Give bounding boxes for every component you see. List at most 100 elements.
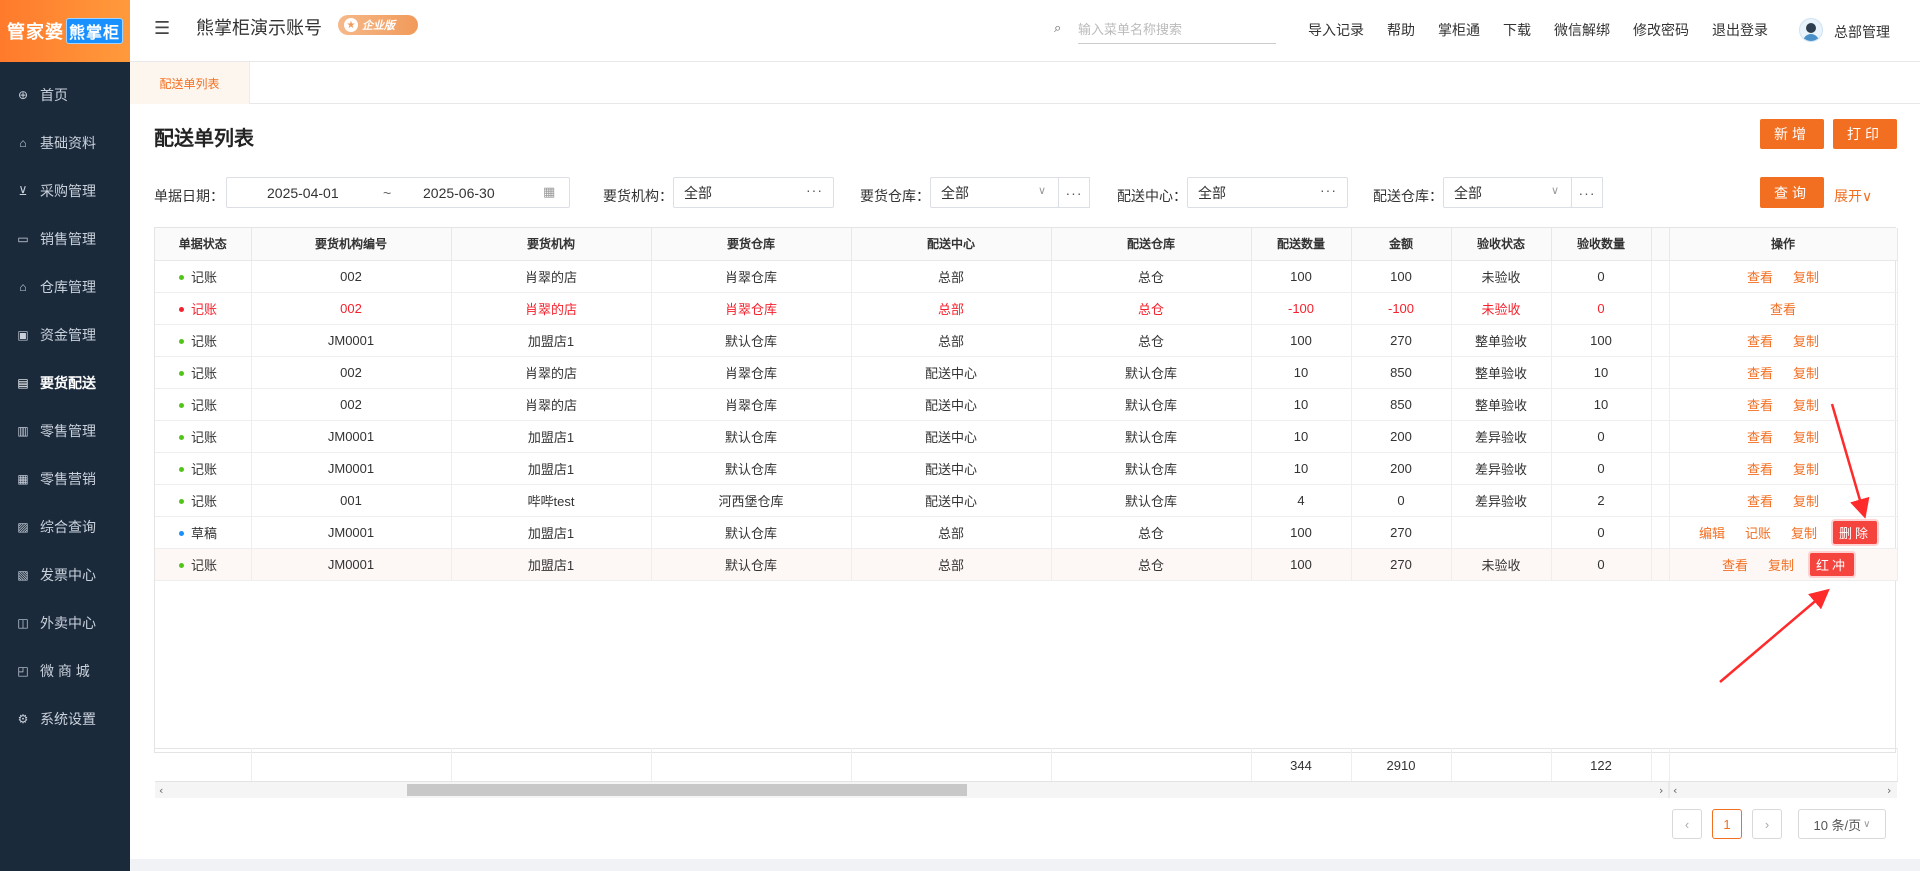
sidebar-item-7[interactable]: ▥ 零售管理 — [0, 407, 130, 455]
cell-qty: 100 — [1251, 260, 1352, 293]
column-gap — [1651, 228, 1670, 261]
header-link[interactable]: 帮助 — [1387, 20, 1415, 40]
wh-select[interactable]: 全部 ∨ — [930, 177, 1059, 208]
header-link[interactable]: 掌柜通 — [1438, 20, 1480, 40]
action-link[interactable]: 查看 — [1722, 558, 1748, 573]
status-text: 记账 — [191, 429, 218, 445]
expand-toggle[interactable]: 展开∨ — [1834, 186, 1872, 206]
action-link[interactable]: 查看 — [1770, 302, 1796, 317]
sidebar-item-8[interactable]: ▦ 零售营销 — [0, 455, 130, 503]
date-from[interactable]: 2025-04-01 — [267, 185, 339, 201]
page-size-select[interactable]: 10 条/页 ∨ — [1798, 809, 1886, 839]
sidebar-item-0[interactable]: ⊕ 首页 — [0, 71, 130, 119]
header-link[interactable]: 退出登录 — [1712, 20, 1768, 40]
logo-text: 管家婆 — [6, 22, 64, 42]
header-link[interactable]: 导入记录 — [1308, 20, 1364, 40]
user-name[interactable]: 总部管理 — [1834, 22, 1890, 42]
action-link[interactable]: 查看 — [1747, 366, 1773, 381]
action-link[interactable]: 复制 — [1793, 398, 1819, 413]
prev-page-button[interactable]: ‹ — [1672, 809, 1702, 839]
sidebar-item-6[interactable]: ▤ 要货配送 — [0, 359, 130, 407]
search-icon[interactable]: ⌕ — [1054, 20, 1061, 36]
table-row[interactable]: 记账 JM0001 加盟店1 默认仓库 总部 总仓 100 270 整单验收 100 查看 复制 — [155, 324, 1898, 357]
column-gap — [1651, 324, 1670, 357]
cell-center: 总部 — [851, 324, 1052, 357]
sidebar-item-4[interactable]: ⌂ 仓库管理 — [0, 263, 130, 311]
status-text: 记账 — [191, 333, 218, 349]
sidebar-item-1[interactable]: ⌂ 基础资料 — [0, 119, 130, 167]
action-link[interactable]: 复制 — [1791, 526, 1817, 541]
sidebar-item-10[interactable]: ▧ 发票中心 — [0, 551, 130, 599]
table-row[interactable]: 记账 JM0001 加盟店1 默认仓库 配送中心 默认仓库 10 200 差异验收 0 查看 复制 — [155, 420, 1898, 453]
new-button[interactable]: 新增 — [1760, 119, 1824, 149]
actions-cell: 查看 复制 — [1669, 356, 1898, 389]
more-icon[interactable]: ··· — [1320, 182, 1337, 198]
cell-wh: 肖翠仓库 — [651, 356, 852, 389]
status-text: 记账 — [191, 557, 218, 573]
action-link[interactable]: 查看 — [1747, 430, 1773, 445]
app-logo[interactable]: 管家婆 熊掌柜 — [0, 0, 130, 62]
sidebar-item-5[interactable]: ▣ 资金管理 — [0, 311, 130, 359]
danger-action-button[interactable]: 红冲 — [1810, 552, 1855, 576]
action-link[interactable]: 复制 — [1793, 270, 1819, 285]
dwh-select[interactable]: 全部 ∨ — [1443, 177, 1572, 208]
cell-org: 哔哔test — [451, 484, 652, 517]
action-link[interactable]: 查看 — [1747, 494, 1773, 509]
action-link[interactable]: 查看 — [1747, 462, 1773, 477]
status-text: 记账 — [191, 397, 218, 413]
org-select[interactable]: 全部 ··· — [673, 177, 834, 208]
more-icon[interactable]: ··· — [806, 182, 823, 198]
status-text: 草稿 — [191, 525, 218, 541]
table-row[interactable]: 记账 002 肖翠的店 肖翠仓库 配送中心 默认仓库 10 850 整单验收 10 查看 复制 — [155, 388, 1898, 421]
sidebar-item-2[interactable]: ⊻ 采购管理 — [0, 167, 130, 215]
header-link[interactable]: 下载 — [1503, 20, 1531, 40]
cell-accqty: 10 — [1551, 356, 1652, 389]
sidebar-item-9[interactable]: ▨ 综合查询 — [0, 503, 130, 551]
print-button[interactable]: 打印 — [1833, 119, 1897, 149]
status-cell: 记账 — [155, 548, 252, 581]
sidebar-item-13[interactable]: ⚙ 系统设置 — [0, 695, 130, 743]
calendar-icon[interactable]: ▦ — [543, 184, 555, 200]
menu-toggle-icon[interactable]: ☰ — [154, 18, 170, 39]
next-page-button[interactable]: › — [1752, 809, 1782, 839]
menu-search-input[interactable] — [1078, 16, 1276, 44]
cell-qty: 100 — [1251, 516, 1352, 549]
header-link[interactable]: 修改密码 — [1633, 20, 1689, 40]
action-link[interactable]: 复制 — [1793, 494, 1819, 509]
action-link[interactable]: 复制 — [1793, 462, 1819, 477]
column-header: 操作 — [1669, 228, 1898, 261]
cell-org: 加盟店1 — [451, 516, 652, 549]
user-avatar[interactable] — [1799, 18, 1823, 42]
table-row[interactable]: 记账 JM0001 加盟店1 默认仓库 总部 总仓 100 270 未验收 0 查看 复制 红冲 — [155, 548, 1898, 581]
center-select[interactable]: 全部 ··· — [1187, 177, 1348, 208]
action-link[interactable]: 复制 — [1793, 430, 1819, 445]
date-range-picker[interactable]: 2025-04-01 ~ 2025-06-30 ▦ — [226, 177, 570, 208]
danger-action-button[interactable]: 删除 — [1833, 520, 1878, 544]
dwh-more-button[interactable]: ··· — [1571, 177, 1603, 208]
action-link[interactable]: 记账 — [1745, 526, 1771, 541]
action-link[interactable]: 查看 — [1747, 270, 1773, 285]
action-link[interactable]: 查看 — [1747, 398, 1773, 413]
table-row[interactable]: 记账 002 肖翠的店 肖翠仓库 总部 总仓 -100 -100 未验收 0 查看 — [155, 292, 1898, 325]
action-link[interactable]: 查看 — [1747, 334, 1773, 349]
sidebar-item-label: 外卖中心 — [40, 615, 96, 631]
table-row[interactable]: 草稿 JM0001 加盟店1 默认仓库 总部 总仓 100 270 0 编辑 记账 复制 删除 — [155, 516, 1898, 549]
date-to[interactable]: 2025-06-30 — [423, 185, 495, 201]
header-link[interactable]: 微信解绑 — [1554, 20, 1610, 40]
horizontal-scrollbar[interactable]: ‹ › ‹ › — [155, 782, 1897, 798]
table-row[interactable]: 记账 002 肖翠的店 肖翠仓库 总部 总仓 100 100 未验收 0 查看 复制 — [155, 260, 1898, 293]
table-row[interactable]: 记账 002 肖翠的店 肖翠仓库 配送中心 默认仓库 10 850 整单验收 10 查看 复制 — [155, 356, 1898, 389]
sidebar-item-12[interactable]: ◰ 微 商 城 — [0, 647, 130, 695]
query-button[interactable]: 查询 — [1760, 177, 1824, 208]
action-link[interactable]: 复制 — [1793, 334, 1819, 349]
action-link[interactable]: 复制 — [1768, 558, 1794, 573]
wh-more-button[interactable]: ··· — [1058, 177, 1090, 208]
table-row[interactable]: 记账 001 哔哔test 河西堡仓库 配送中心 默认仓库 4 0 差异验收 2 查看 复制 — [155, 484, 1898, 517]
page-1-button[interactable]: 1 — [1712, 809, 1742, 839]
sidebar-item-11[interactable]: ◫ 外卖中心 — [0, 599, 130, 647]
action-link[interactable]: 复制 — [1793, 366, 1819, 381]
action-link[interactable]: 编辑 — [1699, 526, 1725, 541]
sidebar-item-3[interactable]: ▭ 销售管理 — [0, 215, 130, 263]
table-row[interactable]: 记账 JM0001 加盟店1 默认仓库 配送中心 默认仓库 10 200 差异验收 0 查看 复制 — [155, 452, 1898, 485]
tab-delivery-list[interactable]: 配送单列表 — [130, 62, 250, 104]
